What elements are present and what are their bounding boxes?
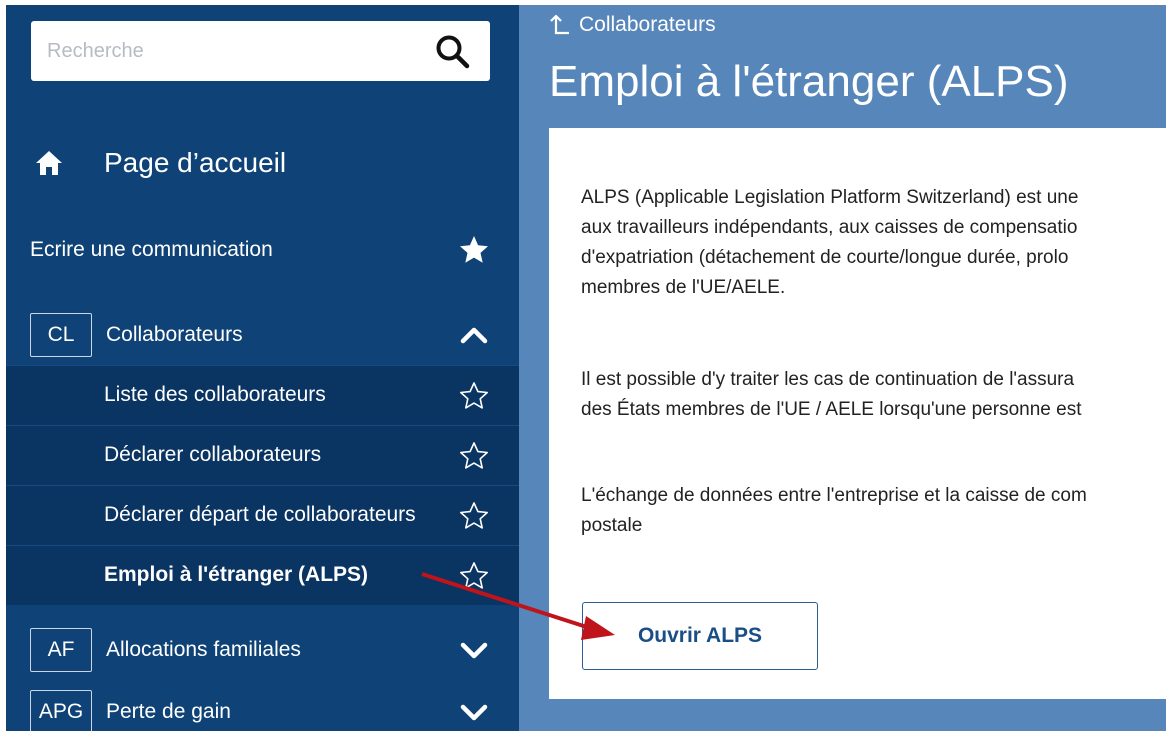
star-outline-icon[interactable] <box>458 380 490 412</box>
section-code-badge: CL <box>30 313 92 357</box>
home-icon <box>36 151 62 175</box>
chevron-down-icon[interactable] <box>458 634 490 666</box>
description-paragraph: ALPS (Applicable Legislation Platform Sw… <box>581 183 1166 303</box>
sidebar-item-label: Liste des collaborateurs <box>104 383 326 406</box>
text-line: ALPS (Applicable Legislation Platform Sw… <box>581 187 1079 208</box>
breadcrumb-label[interactable]: Collaborateurs <box>579 13 716 37</box>
section-allocations-familiales[interactable]: AF Allocations familiales <box>6 620 519 680</box>
section-label: Allocations familiales <box>106 638 301 661</box>
section-label: Collaborateurs <box>106 323 243 346</box>
star-outline-icon[interactable] <box>458 440 490 472</box>
sidebar-item-declarer-collaborateurs[interactable]: Déclarer collaborateurs <box>6 425 519 485</box>
content-card: ALPS (Applicable Legislation Platform Sw… <box>549 128 1166 699</box>
sidebar-item-label: Déclarer départ de collaborateurs <box>104 503 416 526</box>
home-link[interactable]: Page d’accueil <box>34 137 504 189</box>
section-code-badge: AF <box>30 628 92 672</box>
section-perte-de-gain[interactable]: APG Perte de gain <box>6 682 519 731</box>
chevron-up-icon[interactable] <box>458 319 490 351</box>
sidebar-item-emploi-etranger[interactable]: Emploi à l'étranger (ALPS) <box>6 545 519 605</box>
search-input[interactable] <box>47 35 407 67</box>
sidebar-item-label: Emploi à l'étranger (ALPS) <box>104 563 369 586</box>
star-outline-icon[interactable] <box>458 500 490 532</box>
breadcrumb[interactable]: Collaborateurs <box>547 13 716 37</box>
star-filled-icon[interactable] <box>458 234 490 266</box>
sidebar-item-declarer-depart[interactable]: Déclarer départ de collaborateurs <box>6 485 519 545</box>
star-outline-icon[interactable] <box>458 560 490 592</box>
description-paragraph: L'échange de données entre l'entreprise … <box>581 481 1166 541</box>
text-line: postale <box>581 515 643 536</box>
text-line: Il est possible d'y traiter les cas de c… <box>581 369 1075 390</box>
open-alps-button[interactable]: Ouvrir ALPS <box>582 602 818 670</box>
text-line: L'échange de données entre l'entreprise … <box>581 485 1087 506</box>
main-content: Collaborateurs Emploi à l'étranger (ALPS… <box>519 5 1166 731</box>
home-label: Page d’accueil <box>104 147 287 178</box>
text-line: membres de l'UE/AELE. <box>581 277 786 298</box>
description-paragraph: Il est possible d'y traiter les cas de c… <box>581 365 1166 425</box>
search-icon[interactable] <box>434 33 472 71</box>
sidebar-item-liste-collaborateurs[interactable]: Liste des collaborateurs <box>6 365 519 425</box>
sidebar: Page d’accueil Ecrire une communication … <box>6 5 519 731</box>
sidebar-item-label: Déclarer collaborateurs <box>104 443 322 466</box>
section-collaborateurs[interactable]: CL Collaborateurs <box>6 305 519 365</box>
text-line: des États membres de l'UE / AELE lorsqu'… <box>581 399 1082 420</box>
back-up-icon[interactable] <box>547 13 571 37</box>
text-line: d'expatriation (détachement de courte/lo… <box>581 247 1069 268</box>
write-communication-label: Ecrire une communication <box>30 238 273 261</box>
write-communication-link[interactable]: Ecrire une communication <box>6 220 519 280</box>
search-box[interactable] <box>31 21 490 81</box>
page-title: Emploi à l'étranger (ALPS) <box>549 57 1069 106</box>
chevron-down-icon[interactable] <box>458 696 490 728</box>
section-label: Perte de gain <box>106 700 231 723</box>
text-line: aux travailleurs indépendants, aux caiss… <box>581 217 1078 238</box>
section-code-badge: APG <box>30 690 92 731</box>
